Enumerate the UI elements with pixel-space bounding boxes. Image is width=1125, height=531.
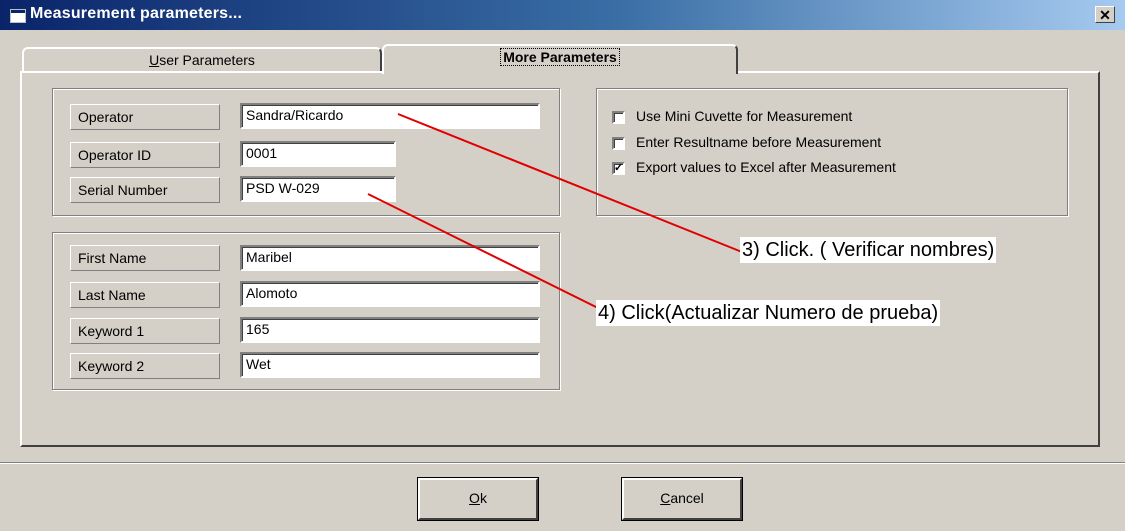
arrow-to-serial-number xyxy=(367,193,599,309)
annotation-arrows xyxy=(367,113,743,309)
arrow-to-operator xyxy=(397,113,743,253)
tab-more-parameters[interactable]: More Parameters xyxy=(382,44,738,74)
tab-more-label: More Parameters xyxy=(500,48,620,66)
annotation-note-4: 4) Click(Actualizar Numero de prueba) xyxy=(596,300,941,326)
annotation-note-3: 3) Click. ( Verificar nombres) xyxy=(740,237,997,263)
